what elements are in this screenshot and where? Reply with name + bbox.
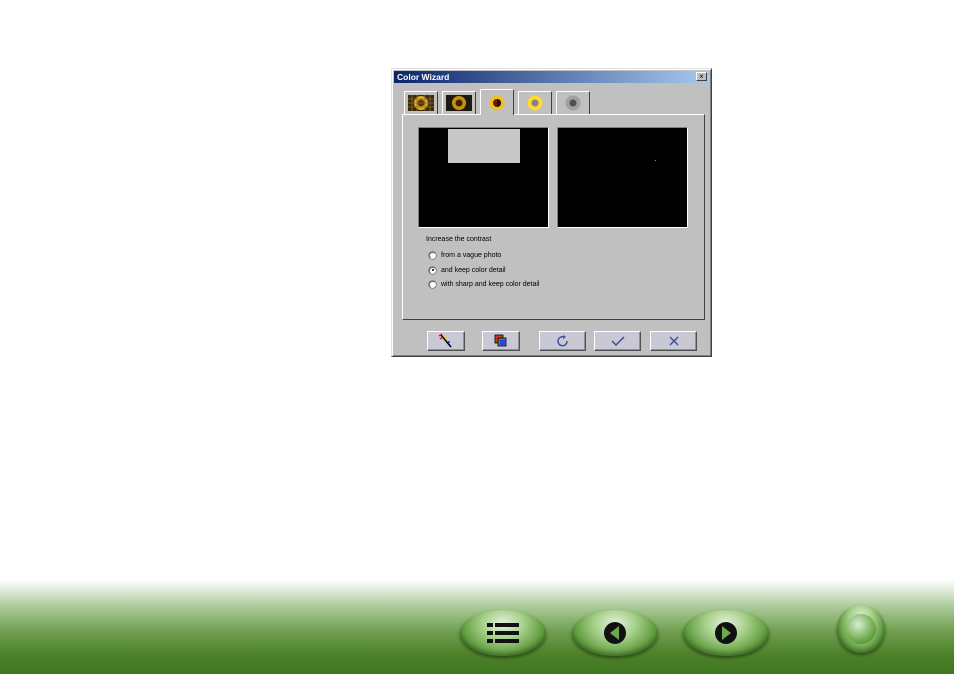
reset-icon [556,335,568,347]
option-label: from a vague photo [441,251,502,259]
contents-button[interactable] [460,610,546,656]
options-label: Increase the contrast [426,236,492,243]
next-page-button[interactable] [683,610,769,656]
color-layers-button[interactable] [482,331,520,351]
cancel-button[interactable] [650,331,697,351]
magic-wand-icon [438,333,452,348]
sunflower-gray-icon [565,95,581,111]
previous-page-button[interactable] [572,610,658,656]
color-layers-icon [494,334,507,347]
next-page-icon [715,622,737,644]
magic-wand-button[interactable] [427,331,465,351]
previous-page-icon [604,622,626,644]
preview-dot [655,160,656,161]
tab-sunflower-grid[interactable] [404,91,438,114]
dialog-titlebar[interactable]: Color Wizard × [394,71,709,83]
home-circle-icon [846,614,876,644]
home-button[interactable] [837,605,885,653]
tab-sunflower-bright[interactable] [518,91,552,114]
option-label: and keep color detail [441,266,506,274]
contents-list-icon [487,623,519,643]
tab-sunflower-contrast[interactable] [480,89,514,115]
result-preview [557,127,688,228]
sunflower-contrast-icon [489,95,505,110]
tab-sunflower-dark[interactable] [442,91,476,114]
checkmark-icon [610,336,625,347]
radio-keep-color-detail[interactable] [429,266,436,274]
color-wizard-dialog: Color Wizard × Increase the contrast fro… [391,68,712,357]
sunflower-bright-icon [527,95,543,111]
option-sharp-keep-color[interactable]: with sharp and keep color detail [429,279,539,289]
dialog-title: Color Wizard [397,72,450,82]
sunflower-dark-icon [446,95,472,111]
wizard-panel: Increase the contrast from a vague photo… [402,114,705,320]
radio-sharp-keep-color[interactable] [429,280,436,288]
original-preview[interactable] [418,127,549,228]
close-icon: × [699,72,704,81]
close-x-icon [669,336,678,346]
option-vague-photo[interactable]: from a vague photo [429,250,501,260]
option-keep-color-detail[interactable]: and keep color detail [429,265,506,275]
ok-button[interactable] [594,331,641,351]
option-label: with sharp and keep color detail [441,280,540,288]
sunflower-grid-icon [408,95,434,111]
tab-sunflower-gray[interactable] [556,91,590,114]
radio-vague-photo[interactable] [429,251,436,259]
reset-button[interactable] [539,331,586,351]
selection-rectangle[interactable] [448,129,520,163]
close-button[interactable]: × [696,72,707,81]
